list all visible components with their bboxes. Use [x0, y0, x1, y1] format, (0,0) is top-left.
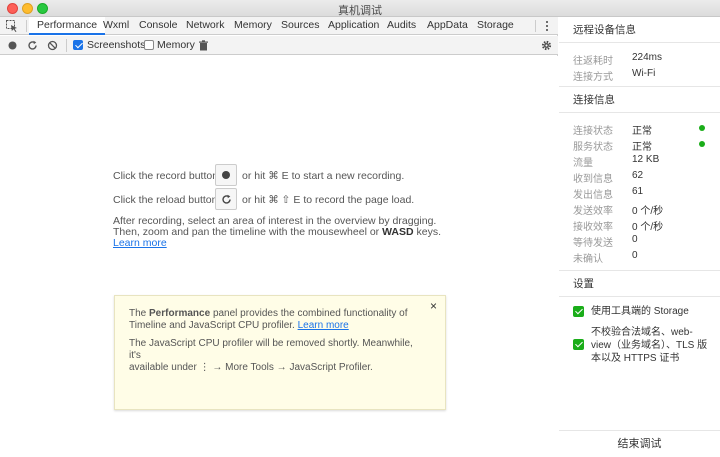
skip-domain-check-checkbox[interactable]: [573, 339, 584, 350]
notice-paragraph-1: The Performance panel provides the combi…: [129, 308, 408, 331]
learn-more-link[interactable]: Learn more: [113, 237, 167, 249]
notice-learn-more-link[interactable]: Learn more: [298, 320, 349, 331]
connection-info-title: 连接信息: [559, 87, 720, 113]
tab-storage[interactable]: Storage: [477, 17, 514, 35]
clear-icon[interactable]: [47, 40, 58, 51]
connection-type-value: Wi-Fi: [632, 68, 656, 79]
tab-application[interactable]: Application: [328, 17, 379, 35]
close-icon[interactable]: ×: [430, 299, 437, 313]
record-hint-text: Click the record button: [113, 170, 219, 182]
tab-sources[interactable]: Sources: [281, 17, 320, 35]
tab-network[interactable]: Network: [186, 17, 225, 35]
reload-button[interactable]: [215, 188, 237, 210]
inspect-element-icon[interactable]: [6, 20, 18, 32]
tab-separator: [26, 20, 27, 32]
device-info-title: 远程设备信息: [559, 17, 720, 43]
conn-status-value: 正常: [632, 126, 652, 137]
reload-icon: [222, 194, 231, 204]
use-storage-checkbox[interactable]: [573, 306, 584, 317]
remote-debug-panel: 远程设备信息 往返耗时 224ms 连接方式 Wi-Fi 连接信息 连接状态 正…: [559, 17, 720, 457]
conn-status-indicator: [699, 125, 705, 131]
record-button[interactable]: [215, 164, 237, 186]
receive-rate-value: 0 个/秒: [632, 222, 664, 233]
memory-label: Memory: [157, 39, 195, 51]
pending-label: 等待发送: [573, 238, 613, 249]
toolbar-separator: [66, 39, 67, 52]
screenshots-checkbox[interactable]: [73, 40, 83, 50]
more-options-icon[interactable]: [543, 19, 551, 33]
gear-icon[interactable]: [541, 40, 552, 51]
send-rate-value: 0 个/秒: [632, 206, 664, 217]
service-status-value: 正常: [632, 142, 652, 153]
traffic-value: 12 KB: [632, 154, 660, 165]
traffic-label: 流量: [573, 158, 593, 169]
notice-paragraph-2: The JavaScript CPU profiler will be remo…: [129, 338, 413, 373]
tab-appdata[interactable]: AppData: [427, 17, 468, 35]
service-status-label: 服务状态: [573, 142, 613, 153]
tab-audits[interactable]: Audits: [387, 17, 416, 35]
sent-label: 发出信息: [573, 190, 613, 201]
sent-value: 61: [632, 186, 644, 197]
pending-value: 0: [632, 234, 638, 245]
tab-separator: [535, 20, 536, 32]
unacked-value: 0: [632, 250, 638, 261]
window-titlebar: 真机调试: [0, 0, 720, 17]
trash-icon[interactable]: [198, 40, 209, 51]
service-status-indicator: [699, 141, 705, 147]
end-debug-button[interactable]: 结束调试: [559, 430, 720, 457]
conn-status-label: 连接状态: [573, 126, 613, 137]
receive-rate-label: 接收效率: [573, 222, 613, 233]
memory-checkbox[interactable]: [144, 40, 154, 50]
received-value: 62: [632, 170, 644, 181]
record-icon[interactable]: [7, 40, 18, 51]
info-notice: × The Performance panel provides the com…: [114, 295, 446, 410]
settings-title: 设置: [559, 271, 720, 297]
round-trip-label: 往返耗时: [573, 56, 613, 67]
tab-memory[interactable]: Memory: [234, 17, 272, 35]
connection-type-label: 连接方式: [573, 72, 613, 83]
reload-icon[interactable]: [27, 40, 38, 51]
received-label: 收到信息: [573, 174, 613, 185]
reload-hint-text: Click the reload button: [113, 194, 218, 206]
round-trip-value: 224ms: [632, 52, 663, 63]
record-shortcut-text: or hit ⌘ E to start a new recording.: [242, 170, 405, 182]
skip-domain-check-label: 不校验合法域名、web-view（业务域名）、TLS 版本以及 HTTPS 证书: [591, 327, 708, 364]
record-icon: [222, 171, 230, 179]
tab-bar: Performance Wxml Console Network Memory …: [0, 17, 558, 35]
tab-performance[interactable]: Performance: [29, 17, 106, 35]
unacked-label: 未确认: [573, 254, 603, 265]
screenshots-label: Screenshots: [87, 39, 146, 51]
use-storage-label: 使用工具端的 Storage: [591, 306, 689, 317]
send-rate-label: 发送效率: [573, 206, 613, 217]
devtools-pane: Performance Wxml Console Network Memory …: [0, 17, 558, 457]
reload-shortcut-text: or hit ⌘ ⇧ E to record the page load.: [242, 194, 415, 206]
performance-toolbar: Screenshots Memory: [0, 36, 558, 55]
window-title: 真机调试: [338, 5, 382, 17]
performance-landing: Click the record button or hit ⌘ E to st…: [0, 56, 558, 457]
tab-wxml[interactable]: Wxml: [103, 17, 129, 35]
tab-console[interactable]: Console: [139, 17, 178, 35]
